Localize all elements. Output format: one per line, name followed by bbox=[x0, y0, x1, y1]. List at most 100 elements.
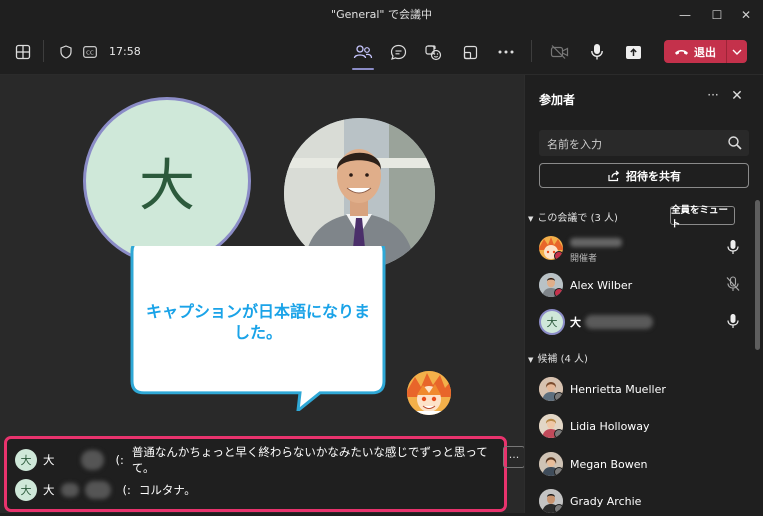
panel-scrollbar[interactable] bbox=[755, 200, 760, 350]
caption-speaker: 大 bbox=[43, 483, 55, 497]
participant-role: 開催者 bbox=[570, 254, 598, 264]
live-captions-panel: 大 大 (: 普通なんかちょっと早く終わらないかなみたいな感じでずっと思ってて。… bbox=[4, 436, 507, 512]
svg-text:CC: CC bbox=[86, 51, 94, 57]
participant-avatar: 大 bbox=[539, 309, 565, 335]
caption-row: 大 大 (: 普通なんかちょっと早く終わらないかなみたいな感じでずっと思ってて。 bbox=[15, 445, 495, 475]
redacted-name bbox=[60, 483, 79, 497]
active-tab-indicator bbox=[352, 68, 374, 70]
avatar-initial: 大 bbox=[139, 153, 195, 219]
leave-options-button[interactable] bbox=[727, 40, 747, 63]
caption-text: 普通なんかちょっと早く終わらないかなみたいな感じでずっと思ってて。 bbox=[131, 445, 488, 475]
mute-all-button[interactable]: 全員をミュート bbox=[670, 205, 735, 230]
caret-down-icon: ▼ bbox=[528, 215, 534, 223]
mic-toggle-button[interactable] bbox=[579, 34, 615, 70]
toolbar-divider bbox=[531, 40, 532, 62]
participant-row[interactable]: 開催者 bbox=[539, 232, 741, 264]
toolbar-divider bbox=[43, 40, 44, 62]
caption-avatar: 大 bbox=[15, 479, 37, 501]
status-dot bbox=[554, 429, 563, 438]
mic-icon[interactable] bbox=[725, 313, 741, 329]
minimize-button[interactable]: — bbox=[668, 0, 702, 30]
caption-separator: (: bbox=[115, 453, 124, 467]
share-invite-label: 招待を共有 bbox=[626, 169, 681, 183]
participant-name: Megan Bowen bbox=[570, 457, 648, 471]
status-dot bbox=[554, 504, 563, 513]
share-icon bbox=[608, 170, 620, 181]
suggested-participant-row[interactable]: Henrietta Mueller bbox=[539, 374, 739, 404]
captions-more-button[interactable]: ··· bbox=[503, 446, 525, 468]
panel-title: 参加者 bbox=[539, 93, 576, 107]
search-icon[interactable] bbox=[726, 134, 744, 152]
share-content-button[interactable] bbox=[615, 34, 651, 70]
window-title: "General" で会議中 bbox=[331, 8, 432, 21]
suggested-section-header[interactable]: ▼ 候補 (4 人) bbox=[528, 350, 588, 365]
in-meeting-section-header[interactable]: ▼ この会議で (3 人) bbox=[528, 209, 618, 224]
leave-label: 退出 bbox=[694, 45, 716, 59]
caption-speaker: 大 bbox=[43, 453, 55, 467]
captions-status-button[interactable]: CC bbox=[72, 34, 108, 70]
status-dot bbox=[554, 467, 563, 476]
participant-name: Henrietta Mueller bbox=[570, 382, 666, 396]
participant-avatar bbox=[539, 273, 563, 297]
phone-icon bbox=[675, 49, 688, 55]
shield-icon bbox=[60, 45, 72, 59]
share-screen-icon bbox=[625, 45, 641, 59]
participant-avatar bbox=[539, 489, 563, 513]
breakout-rooms-button[interactable] bbox=[452, 34, 488, 70]
participant-name: Grady Archie bbox=[570, 494, 642, 508]
chat-button[interactable] bbox=[380, 34, 416, 70]
anime-avatar-illustration bbox=[407, 371, 451, 415]
suggested-label: 候補 (4 人) bbox=[537, 354, 588, 365]
leave-meeting-control: 退出 bbox=[664, 40, 747, 63]
camera-off-icon bbox=[550, 45, 569, 59]
chevron-down-icon bbox=[732, 49, 742, 55]
close-window-button[interactable]: ✕ bbox=[729, 0, 763, 30]
redacted-name bbox=[80, 450, 104, 470]
camera-toggle-button[interactable] bbox=[542, 34, 578, 70]
caption-text: コルタナ。 bbox=[138, 483, 196, 497]
leave-button[interactable]: 退出 bbox=[664, 40, 726, 63]
participant-avatar-small[interactable] bbox=[407, 371, 451, 415]
participant-name: 大 bbox=[570, 316, 581, 329]
panel-close-button[interactable]: ✕ bbox=[728, 88, 746, 108]
meeting-timer: 17:58 bbox=[109, 45, 141, 58]
mic-icon[interactable] bbox=[725, 239, 741, 255]
callout-text: キャプションが日本語になりました。 bbox=[145, 302, 370, 342]
participant-row[interactable]: Alex Wilber bbox=[539, 270, 741, 300]
more-actions-button[interactable] bbox=[488, 34, 524, 70]
status-dot bbox=[554, 288, 563, 297]
speaker-avatar-active[interactable]: 大 bbox=[83, 97, 251, 265]
participant-name: Lidia Holloway bbox=[570, 419, 650, 433]
reactions-button[interactable] bbox=[415, 34, 451, 70]
avatar-initial: 大 bbox=[546, 316, 558, 329]
layout-grid-button[interactable] bbox=[5, 34, 41, 70]
mic-muted-icon[interactable] bbox=[725, 276, 741, 292]
search-input[interactable] bbox=[545, 130, 719, 158]
reactions-icon bbox=[425, 44, 442, 60]
grid-icon bbox=[15, 44, 31, 60]
participants-button[interactable] bbox=[345, 34, 381, 70]
participant-avatar bbox=[539, 377, 563, 401]
participant-info: 開催者 bbox=[570, 232, 622, 264]
caret-down-icon: ▼ bbox=[528, 356, 534, 364]
participant-avatar bbox=[539, 414, 563, 438]
participant-row[interactable]: 大 大 bbox=[539, 307, 739, 337]
participant-avatar bbox=[539, 236, 563, 260]
participant-search bbox=[539, 130, 749, 158]
redacted-name bbox=[585, 315, 653, 329]
participant-avatar bbox=[539, 452, 563, 476]
rooms-icon bbox=[463, 45, 477, 59]
panel-more-button[interactable]: ··· bbox=[704, 88, 722, 108]
suggested-participant-row[interactable]: Grady Archie bbox=[539, 486, 739, 516]
chat-icon bbox=[390, 44, 406, 60]
participant-name: Alex Wilber bbox=[570, 278, 633, 292]
mic-icon bbox=[591, 44, 603, 60]
caption-separator: (: bbox=[122, 483, 131, 497]
caption-row: 大 大 (: コルタナ。 bbox=[15, 477, 495, 503]
suggested-participant-row[interactable]: Megan Bowen bbox=[539, 449, 739, 479]
suggested-participant-row[interactable]: Lidia Holloway bbox=[539, 411, 739, 441]
share-invite-button[interactable]: 招待を共有 bbox=[539, 163, 749, 188]
status-dot bbox=[554, 392, 563, 401]
caption-avatar: 大 bbox=[15, 449, 37, 471]
people-icon bbox=[353, 45, 373, 59]
